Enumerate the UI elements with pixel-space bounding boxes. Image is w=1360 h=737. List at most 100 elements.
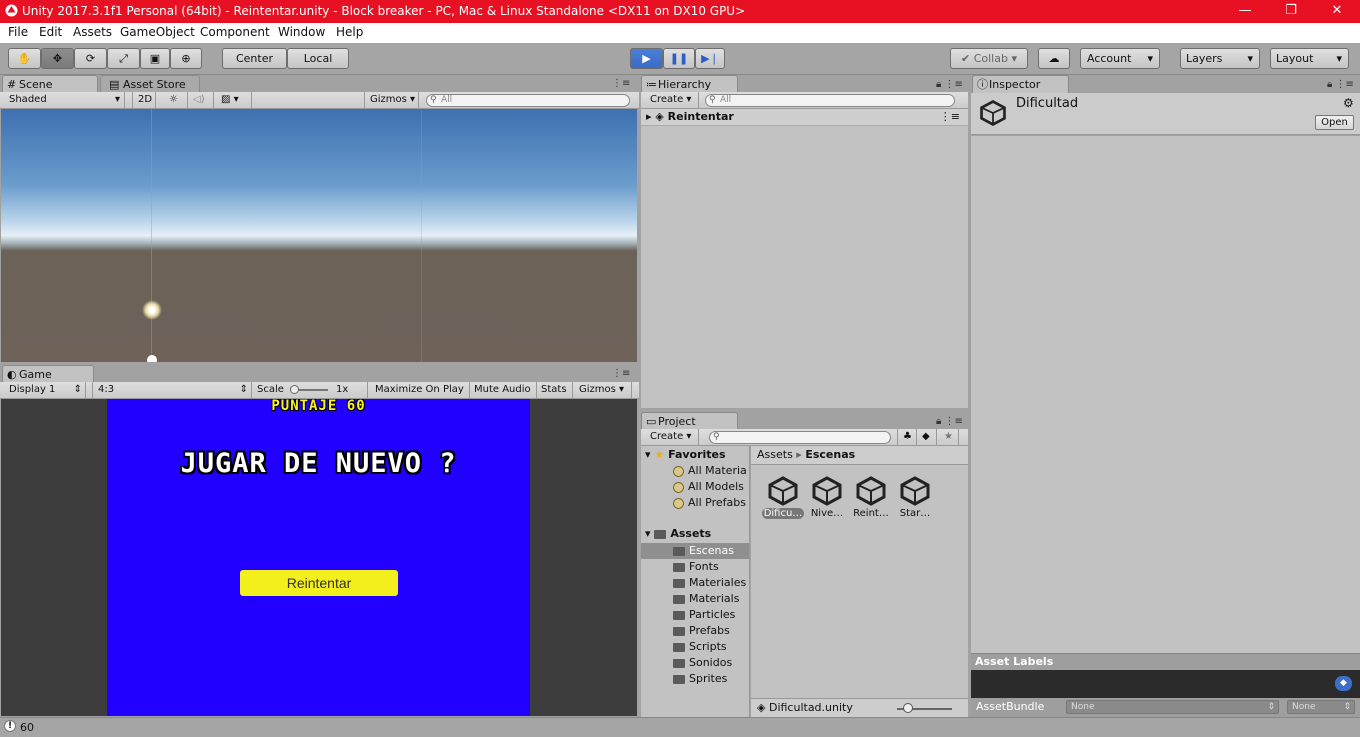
asset-variant-dropdown[interactable]: None ⇕ [1287,700,1355,714]
menu-assets[interactable]: Assets [73,25,112,39]
play-button[interactable]: ▶ [630,48,663,69]
maximize-button[interactable]: ❐ [1268,0,1314,23]
audio-icon[interactable]: ◁) [188,92,214,108]
unity-scene-icon: ◈ [655,110,668,123]
stats-toggle[interactable]: Stats [536,382,573,398]
lock-icon[interactable]: 🔒︎ ⋮≡ [936,416,963,427]
close-button[interactable]: ✕ [1314,0,1360,23]
asset-bundle-dropdown[interactable]: None ⇕ [1066,700,1279,714]
asset-file-start[interactable]: Star… [893,475,937,519]
pause-button[interactable]: ❚❚ [663,48,695,69]
scale-tool-icon[interactable]: ⤢ [107,48,140,69]
lighting-icon[interactable]: ☼ [164,92,188,108]
expand-arrow-icon[interactable]: ▸ [646,110,655,123]
lock-icon[interactable]: 🔒︎ ⋮≡ [936,79,963,90]
tree-item-all-models[interactable]: All Models [673,480,744,493]
favorite-star-icon[interactable]: ★ [939,429,959,445]
tree-item-all-materials[interactable]: All Materia [673,464,747,477]
camera-gizmo-icon[interactable] [147,355,157,362]
tree-folder-sonidos[interactable]: Sonidos [673,656,732,669]
mute-audio-toggle[interactable]: Mute Audio [469,382,537,398]
menu-help[interactable]: Help [336,25,363,39]
menu-window[interactable]: Window [278,25,325,39]
2d-toggle[interactable]: 2D [132,92,156,108]
light-gizmo-icon[interactable] [142,300,162,320]
shading-dropdown[interactable]: Shaded ▾ [4,92,125,108]
create-dropdown[interactable]: Create ▾ [645,92,699,108]
aspect-dropdown[interactable]: 4:3 ⇕ [92,382,252,398]
filter-type-icon[interactable]: ♣ [897,429,917,445]
transform-tool-icon[interactable]: ⊕ [170,48,202,69]
breadcrumb-current[interactable]: Escenas [805,448,855,461]
effects-icon[interactable]: ▨ ▾ [216,92,252,108]
move-tool-icon[interactable]: ✥ [41,48,74,69]
label-tag-icon[interactable]: ◆ [1335,676,1352,691]
tree-folder-scripts[interactable]: Scripts [673,640,727,653]
slider-thumb[interactable] [290,385,299,394]
pivot-local-button[interactable]: Local [287,48,349,69]
display-dropdown[interactable]: Display 1 ⇕ [4,382,86,398]
create-dropdown[interactable]: Create ▾ [645,429,699,445]
assets-header[interactable]: ▾ Assets [645,527,711,540]
menu-gameobject[interactable]: GameObject [120,25,195,39]
menu-file[interactable]: File [8,25,28,39]
layout-dropdown[interactable]: Layout ▾ [1270,48,1349,69]
asset-file-reintentar[interactable]: Reint… [849,475,893,519]
rotate-tool-icon[interactable]: ⟳ [74,48,107,69]
game-screen[interactable]: PUNTAJE 60 JUGAR DE NUEVO ? Reintentar [107,399,530,716]
gear-icon[interactable]: ⚙ [1343,96,1354,110]
tab-scene[interactable]: # Scene [2,75,98,93]
collab-button[interactable]: ✔ Collab ▾ [950,48,1028,69]
lock-icon[interactable]: 🔒︎ ⋮≡ [1327,79,1354,90]
scene-search-input[interactable]: ⚲ All [426,94,630,107]
open-button[interactable]: Open [1315,115,1354,130]
scene-view[interactable] [1,109,637,362]
cloud-icon[interactable]: ☁ [1038,48,1070,69]
folder-label: Sprites [689,672,728,685]
tab-asset-store[interactable]: ▤ Asset Store [100,75,200,93]
layers-dropdown[interactable]: Layers ▾ [1180,48,1260,69]
tree-folder-sprites[interactable]: Sprites [673,672,727,685]
tree-folder-materials[interactable]: Materials [673,592,739,605]
account-dropdown[interactable]: Account ▾ [1080,48,1160,69]
asset-file-dificultad[interactable]: Dificu… [761,475,805,519]
tree-item-all-prefabs[interactable]: All Prefabs [673,496,746,509]
project-search-input[interactable]: ⚲ [709,431,891,444]
tree-folder-escenas[interactable]: Escenas [673,544,734,557]
tab-project[interactable]: ▭ Project [641,412,738,430]
favorites-header[interactable]: ▾ ★ Favorites [645,448,726,461]
breadcrumb-root[interactable]: Assets [757,448,793,461]
game-view-letterbox: PUNTAJE 60 JUGAR DE NUEVO ? Reintentar [1,399,637,716]
inspector-object-name: Dificultad [1016,96,1079,111]
tab-game[interactable]: ◐ Game [2,365,94,383]
tab-inspector[interactable]: ⓘ Inspector [972,75,1069,93]
panel-menu-icon[interactable]: ⋮≡ [612,368,630,379]
tree-folder-prefabs[interactable]: Prefabs [673,624,730,637]
inspector-body [971,136,1360,653]
rect-tool-icon[interactable]: ▣ [140,48,170,69]
minimize-button[interactable]: — [1222,0,1268,23]
tab-hierarchy[interactable]: ≔ Hierarchy [641,75,738,93]
gizmos-dropdown[interactable]: Gizmos ▾ [364,92,419,108]
icon-size-thumb[interactable] [903,703,913,713]
hand-tool-icon[interactable]: ✋ [8,48,41,69]
hierarchy-search-input[interactable]: ⚲ All [705,94,955,107]
step-button[interactable]: ▶❘ [695,48,725,69]
panel-menu-icon[interactable]: ⋮≡ [612,78,630,89]
space-label: Local [303,52,333,65]
scene-row[interactable]: ▸ ◈ Reintentar ⋮≡ [641,109,968,126]
menu-edit[interactable]: Edit [39,25,62,39]
tree-folder-fonts[interactable]: Fonts [673,560,719,573]
asset-file-niveles[interactable]: Nive… [805,475,849,519]
row-menu-icon[interactable]: ⋮≡ [940,109,960,125]
scale-slider[interactable]: Scale 1x [252,382,368,398]
pivot-center-button[interactable]: Center [222,48,287,69]
filter-label-icon[interactable]: ◆ [917,429,937,445]
menu-component[interactable]: Component [200,25,270,39]
retry-button[interactable]: Reintentar [240,570,398,596]
tree-folder-materiales[interactable]: Materiales [673,576,746,589]
gizmos-dropdown[interactable]: Gizmos ▾ [574,382,632,398]
status-message[interactable]: 60 [20,721,34,734]
maximize-on-play-toggle[interactable]: Maximize On Play [370,382,470,398]
tree-folder-particles[interactable]: Particles [673,608,735,621]
